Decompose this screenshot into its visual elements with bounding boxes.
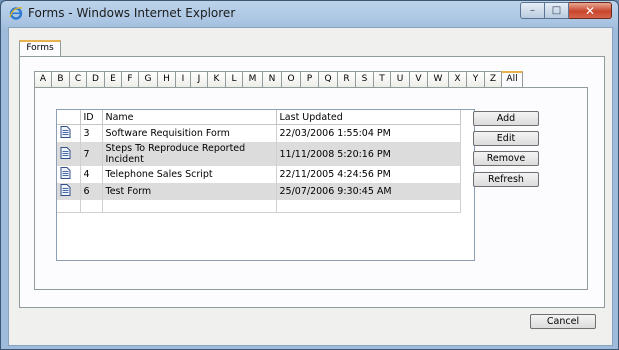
letter-tab-y[interactable]: Y [466,71,484,88]
column-header-last-updated[interactable]: Last Updated [276,110,461,125]
letter-tab-g[interactable]: G [138,71,157,88]
document-icon [60,167,71,179]
letter-tab-l[interactable]: L [225,71,242,88]
row-icon-cell [57,183,81,200]
empty-cell [276,200,461,213]
refresh-button[interactable]: Refresh [473,172,539,187]
cell-name: Software Requisition Form [102,124,277,142]
client-area: Forms A B C D E F G H I J K L M N O P Q R S T U V W X Y Z All ID N… [8,27,613,346]
table-row[interactable]: 4 Telephone Sales Script 22/11/2005 4:24:5… [57,166,461,183]
forms-table: ID Name Last Updated 3 Software Requisiti… [57,110,461,213]
remove-button[interactable]: Remove [473,151,539,166]
cell-name: Telephone Sales Script [102,166,277,183]
cell-last-updated: 11/11/2008 5:20:16 PM [276,142,461,166]
row-icon-cell [57,142,81,166]
letter-tab-e[interactable]: E [104,71,121,88]
maximize-button[interactable]: □ [545,2,569,19]
cell-id: 6 [80,183,103,200]
column-header-id[interactable]: ID [80,110,103,125]
table-row[interactable]: 6 Test Form 25/07/2006 9:30:45 AM [57,183,461,200]
browser-window: Forms - Windows Internet Explorer – □ ✕ … [0,0,619,350]
window-title: Forms - Windows Internet Explorer [28,6,236,20]
cell-last-updated: 22/11/2005 4:24:56 PM [276,166,461,183]
letter-tab-x[interactable]: X [448,71,466,88]
letter-tab-d[interactable]: D [86,71,104,88]
forms-grid: ID Name Last Updated 3 Software Requisiti… [56,109,475,261]
letter-tab-p[interactable]: P [300,71,318,88]
letter-tab-o[interactable]: O [281,71,300,88]
letter-tab-w[interactable]: W [427,71,448,88]
cell-id: 7 [80,142,103,166]
empty-row [57,200,461,213]
letter-tab-q[interactable]: Q [318,71,337,88]
column-header-icon [57,110,81,125]
cell-last-updated: 25/07/2006 9:30:45 AM [276,183,461,200]
letter-tab-r[interactable]: R [337,71,355,88]
letter-tab-j[interactable]: J [190,71,207,88]
letter-tab-c[interactable]: C [69,71,86,88]
tab-forms[interactable]: Forms [19,40,61,57]
letter-tab-v[interactable]: V [409,71,427,88]
cell-name: Steps To Reproduce Reported Incident [102,142,277,166]
letter-tab-h[interactable]: H [157,71,175,88]
cell-id: 3 [80,124,103,142]
cell-id: 4 [80,166,103,183]
empty-cell [57,200,81,213]
empty-cell [102,200,277,213]
add-button[interactable]: Add [473,111,539,126]
window-controls: – □ ✕ [520,2,612,20]
document-icon [60,146,71,159]
letter-tab-u[interactable]: U [390,71,409,88]
letter-tab-m[interactable]: M [242,71,262,88]
letter-tab-s[interactable]: S [355,71,373,88]
forms-list-panel: ID Name Last Updated 3 Software Requisiti… [34,87,588,290]
empty-cell [80,200,103,213]
close-button[interactable]: ✕ [569,2,612,19]
letter-tab-k[interactable]: K [207,71,225,88]
letter-tab-strip: A B C D E F G H I J K L M N O P Q R S T U V W X Y Z All [34,71,523,89]
cell-last-updated: 22/03/2006 1:55:04 PM [276,124,461,142]
title-bar[interactable]: Forms - Windows Internet Explorer – □ ✕ [1,1,618,27]
document-icon [60,126,71,138]
table-row[interactable]: 3 Software Requisition Form 22/03/2006 1:5… [57,124,461,142]
letter-tab-i[interactable]: I [175,71,190,88]
cancel-button[interactable]: Cancel [530,314,596,329]
letter-tab-b[interactable]: B [51,71,69,88]
forms-panel: A B C D E F G H I J K L M N O P Q R S T U V W X Y Z All ID Name La… [19,56,605,308]
letter-tab-a[interactable]: A [34,71,51,88]
ie-icon [9,6,23,20]
letter-tab-t[interactable]: T [373,71,390,88]
letter-tab-z[interactable]: Z [484,71,501,88]
table-header-row: ID Name Last Updated [57,110,461,125]
row-icon-cell [57,124,81,142]
letter-tab-f[interactable]: F [121,71,138,88]
column-header-name[interactable]: Name [102,110,277,125]
edit-button[interactable]: Edit [473,131,539,146]
table-row[interactable]: 7 Steps To Reproduce Reported Incident 11/… [57,142,461,166]
minimize-button[interactable]: – [520,2,545,19]
row-icon-cell [57,166,81,183]
document-icon [60,184,71,196]
cell-name: Test Form [102,183,277,200]
letter-tab-n[interactable]: N [262,71,281,88]
